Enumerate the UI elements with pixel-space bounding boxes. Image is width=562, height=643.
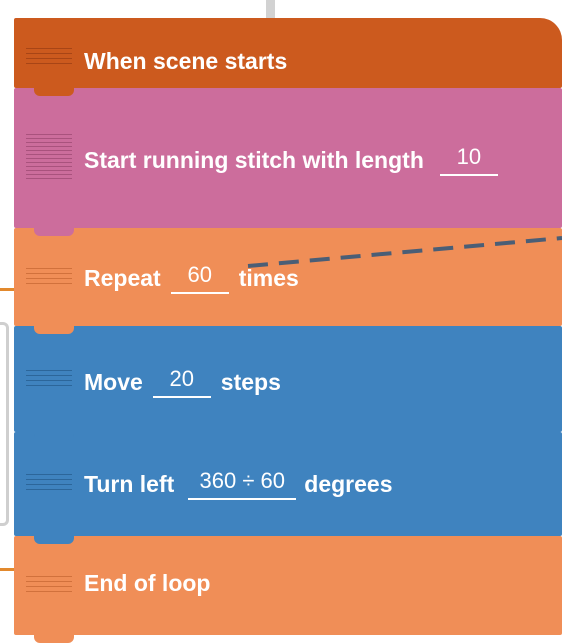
- block-connector: [34, 635, 74, 643]
- dashed-connector-line: [247, 236, 562, 268]
